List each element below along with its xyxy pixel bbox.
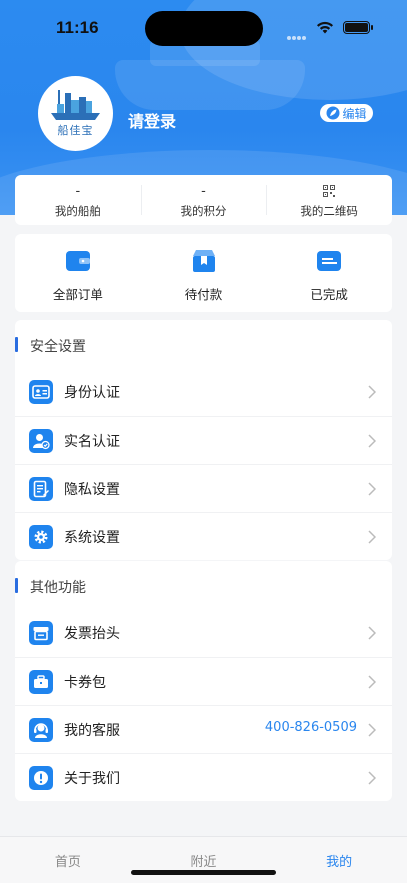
menu-item-label: 发票抬头 <box>64 626 120 642</box>
headset-icon <box>29 718 53 742</box>
qr-code-icon <box>266 185 392 199</box>
brand-text: 船佳宝 <box>57 124 94 137</box>
battery-icon <box>343 21 373 34</box>
chevron-right-icon <box>368 482 376 496</box>
orders-card: 全部订单 待付款 已完成 <box>15 234 392 312</box>
section-accent-bar <box>15 337 18 352</box>
wifi-icon <box>317 21 333 34</box>
card-icon <box>317 251 342 271</box>
stat-my-points[interactable]: - 我的积分 <box>140 175 267 225</box>
stat-value: - <box>201 184 206 199</box>
box-icon <box>192 250 215 272</box>
stat-value: - <box>75 184 81 199</box>
status-bar: 11:16 <box>0 0 407 54</box>
order-label: 全部订单 <box>52 287 103 302</box>
menu-item-label: 隐私设置 <box>64 482 120 498</box>
info-icon <box>29 766 53 790</box>
stat-label: 我的积分 <box>180 204 227 218</box>
security-section: 安全设置 身份认证 实名认证 隐私设置 系统设置 <box>15 320 392 560</box>
menu-item-about-us[interactable]: 关于我们 <box>15 753 392 801</box>
stat-my-ships[interactable]: - 我的船舶 <box>15 175 141 225</box>
edit-button[interactable]: 编辑 <box>320 104 373 122</box>
section-accent-bar <box>15 578 18 593</box>
menu-item-customer-service[interactable]: 我的客服 400-826-0509 <box>15 705 392 753</box>
chevron-right-icon <box>368 675 376 689</box>
printer-icon <box>29 621 53 645</box>
chevron-right-icon <box>368 723 376 737</box>
stat-my-qrcode[interactable]: 我的二维码 <box>266 175 392 225</box>
menu-item-label: 关于我们 <box>64 771 120 787</box>
edit-label: 编辑 <box>342 106 367 121</box>
menu-item-label: 身份认证 <box>64 385 120 401</box>
menu-item-label: 实名认证 <box>64 434 120 450</box>
user-check-icon <box>29 429 53 453</box>
menu-item-privacy-settings[interactable]: 隐私设置 <box>15 464 392 512</box>
order-label: 待付款 <box>184 287 223 302</box>
signal-icon <box>287 25 307 40</box>
id-card-icon <box>29 380 53 404</box>
menu-item-real-name-auth[interactable]: 实名认证 <box>15 416 392 464</box>
chevron-right-icon <box>368 771 376 785</box>
customer-service-phone[interactable]: 400-826-0509 <box>265 720 357 735</box>
menu-item-invoice-title[interactable]: 发票抬头 <box>15 609 392 657</box>
order-all[interactable]: 全部订单 <box>15 234 141 312</box>
gear-icon <box>29 525 53 549</box>
stats-card: - 我的船舶 - 我的积分 我的二维码 <box>15 175 392 225</box>
tab-bar: 首页 附近 我的 <box>0 836 407 883</box>
menu-item-label: 卡券包 <box>64 675 106 691</box>
leaf-edit-icon <box>326 106 340 120</box>
stat-label: 我的二维码 <box>300 204 358 218</box>
tab-nearby[interactable]: 附近 <box>136 837 272 883</box>
chevron-right-icon <box>368 434 376 448</box>
document-edit-icon <box>29 477 53 501</box>
section-header: 安全设置 <box>15 320 392 368</box>
avatar[interactable]: 船佳宝 <box>38 76 113 151</box>
chevron-right-icon <box>368 530 376 544</box>
section-header: 其他功能 <box>15 561 392 609</box>
wallet-icon <box>65 251 90 271</box>
menu-item-label: 我的客服 <box>64 723 120 739</box>
menu-item-identity-auth[interactable]: 身份认证 <box>15 368 392 416</box>
login-link[interactable]: 请登录 <box>128 108 176 132</box>
menu-item-coupon-wallet[interactable]: 卡券包 <box>15 657 392 705</box>
chevron-right-icon <box>368 626 376 640</box>
tab-mine[interactable]: 我的 <box>271 837 407 883</box>
briefcase-icon <box>29 670 53 694</box>
menu-item-system-settings[interactable]: 系统设置 <box>15 512 392 560</box>
chevron-right-icon <box>368 385 376 399</box>
section-title: 安全设置 <box>30 339 86 355</box>
order-label: 已完成 <box>310 287 348 302</box>
status-time: 11:16 <box>56 18 99 37</box>
order-completed[interactable]: 已完成 <box>266 234 392 312</box>
other-section: 其他功能 发票抬头 卡券包 我的客服 400-826-0509 关于我们 <box>15 561 392 801</box>
dynamic-island <box>145 11 263 46</box>
home-indicator <box>131 870 276 875</box>
section-title: 其他功能 <box>30 580 86 596</box>
stat-label: 我的船舶 <box>54 204 101 218</box>
menu-item-label: 系统设置 <box>64 530 120 546</box>
tab-home[interactable]: 首页 <box>0 837 136 883</box>
order-pending-payment[interactable]: 待付款 <box>141 234 267 312</box>
ship-logo-icon <box>51 90 100 120</box>
